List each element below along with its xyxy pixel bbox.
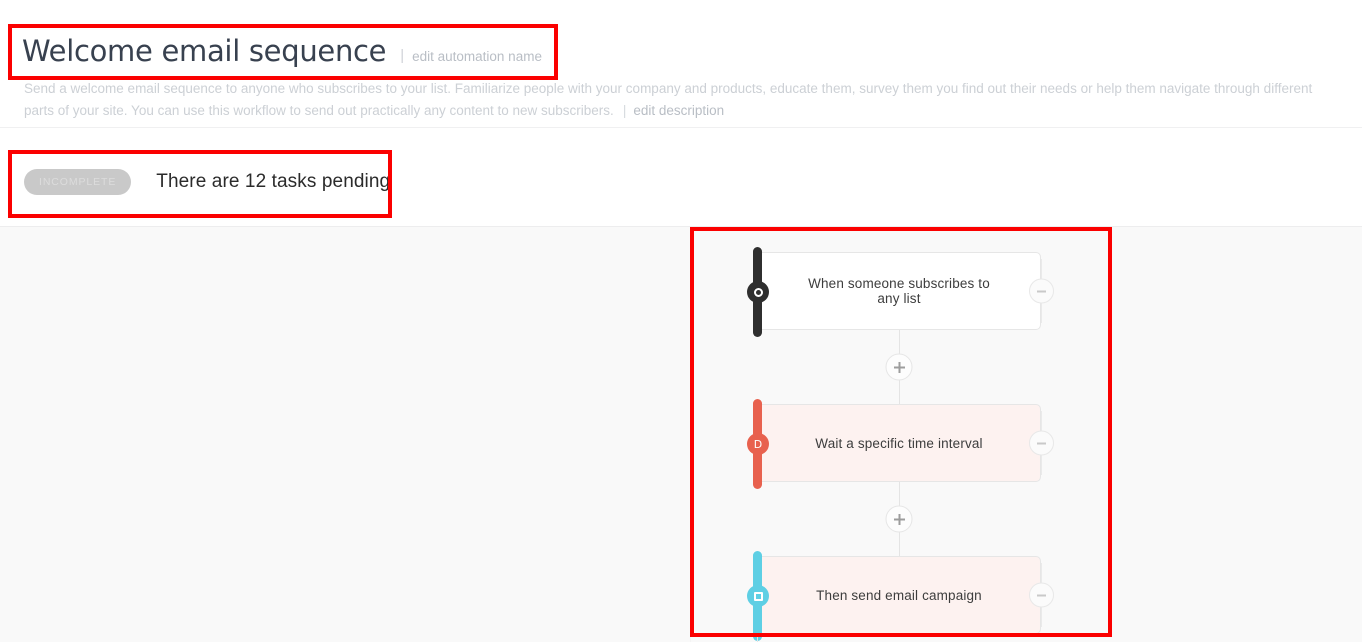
add-step-button[interactable] — [885, 505, 913, 533]
node-remove-tick-top — [1041, 563, 1042, 583]
node-remove-tick-top — [1041, 411, 1042, 431]
remove-step-button[interactable] — [1029, 278, 1054, 304]
status-bar: INCOMPLETE There are 12 tasks pending — [0, 128, 1362, 227]
page-header: Welcome email sequence | edit automation… — [0, 0, 1362, 128]
page-title: Welcome email sequence — [22, 34, 387, 68]
add-step-button[interactable] — [885, 353, 913, 381]
automation-editor-page: Welcome email sequence | edit automation… — [0, 0, 1362, 642]
automation-description: Send a welcome email sequence to anyone … — [24, 78, 1344, 122]
record-circle-icon — [747, 281, 769, 303]
workflow-node-email[interactable]: Then send email campaign — [747, 551, 1054, 641]
workflow-node-delay[interactable]: D Wait a specific time interval — [747, 399, 1054, 489]
email-square-glyph — [753, 591, 763, 601]
remove-step-button[interactable] — [1029, 430, 1054, 456]
delay-clock-icon: D — [747, 433, 769, 455]
edit-automation-name-link[interactable]: edit automation name — [412, 49, 542, 64]
description-divider: | — [622, 103, 627, 118]
email-square-icon — [747, 585, 769, 607]
workflow-node-label: When someone subscribes to any list — [808, 276, 990, 306]
workflow-connector — [757, 330, 1041, 404]
node-remove-tick-bottom — [1041, 455, 1042, 475]
delay-clock-glyph: D — [753, 437, 763, 451]
pending-tasks-text: There are 12 tasks pending — [156, 171, 391, 192]
node-remove-tick-bottom — [1041, 607, 1042, 627]
workflow-node-label: Then send email campaign — [816, 587, 982, 603]
remove-step-button[interactable] — [1029, 582, 1054, 608]
record-circle-glyph — [753, 287, 763, 297]
flow-tail-line — [757, 634, 758, 642]
title-divider: | — [400, 47, 405, 64]
canvas-left-divider — [690, 227, 691, 642]
workflow-step-list: When someone subscribes to any list D Wa… — [747, 247, 1054, 642]
title-row: Welcome email sequence | edit automation… — [22, 34, 542, 68]
workflow-connector — [757, 482, 1041, 556]
workflow-canvas[interactable]: When someone subscribes to any list D Wa… — [0, 227, 1362, 642]
edit-description-link[interactable]: edit description — [633, 103, 724, 118]
status-inner: INCOMPLETE There are 12 tasks pending — [24, 169, 390, 195]
status-badge: INCOMPLETE — [24, 169, 132, 195]
node-remove-tick-top — [1041, 259, 1042, 279]
node-remove-tick-bottom — [1041, 303, 1042, 323]
workflow-node-label: Wait a specific time interval — [815, 435, 983, 451]
workflow-node-trigger[interactable]: When someone subscribes to any list — [747, 247, 1054, 337]
